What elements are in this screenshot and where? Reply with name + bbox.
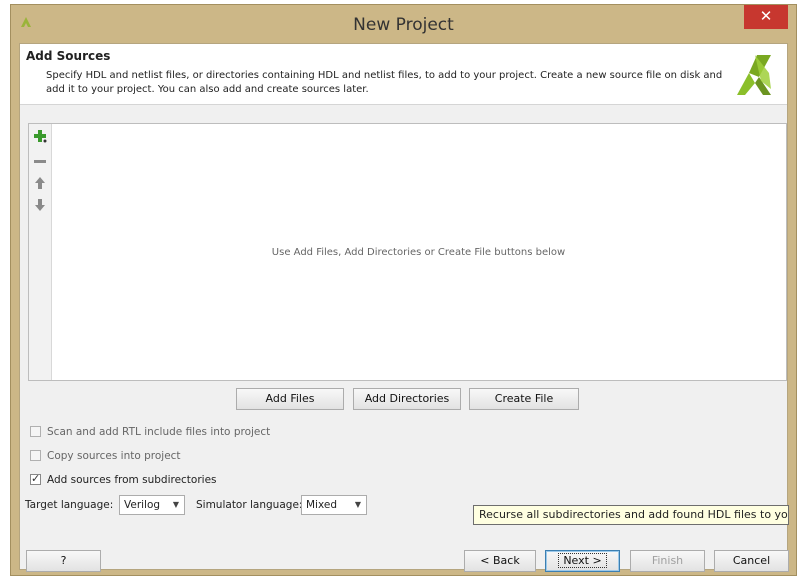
chevron-down-icon: ▼ <box>354 500 361 509</box>
cancel-button[interactable]: Cancel <box>714 550 789 572</box>
sources-list-panel[interactable]: Use Add Files, Add Directories or Create… <box>28 123 787 381</box>
simulator-language-value: Mixed <box>306 499 337 511</box>
simulator-language-label: Simulator language: <box>196 499 303 511</box>
add-subdirs-option[interactable]: Add sources from subdirectories <box>30 472 217 489</box>
back-button[interactable]: < Back <box>464 550 536 572</box>
remove-icon[interactable] <box>33 154 47 168</box>
add-subdirs-checkbox[interactable] <box>30 472 41 486</box>
empty-list-message: Use Add Files, Add Directories or Create… <box>271 247 566 258</box>
tooltip: Recurse all subdirectories and add found… <box>473 505 789 525</box>
finish-button[interactable]: Finish <box>630 550 705 572</box>
next-button-label: Next > <box>558 553 607 568</box>
chevron-down-icon: ▼ <box>172 500 179 509</box>
copy-sources-label: Copy sources into project <box>47 450 181 462</box>
scan-rtl-label: Scan and add RTL include files into proj… <box>47 426 271 438</box>
copy-sources-option[interactable]: Copy sources into project <box>30 449 181 465</box>
new-project-window: New Project ✕ Add Sources Specify HDL an… <box>10 4 797 576</box>
page-header: Add Sources Specify HDL and netlist file… <box>20 44 787 105</box>
close-icon: ✕ <box>759 7 773 25</box>
page-title: Add Sources <box>26 49 111 63</box>
add-subdirs-label: Add sources from subdirectories <box>47 474 217 486</box>
add-icon[interactable] <box>33 129 47 143</box>
scan-rtl-checkbox[interactable] <box>30 425 41 437</box>
target-language-select[interactable]: Verilog ▼ <box>119 495 185 515</box>
move-up-icon[interactable] <box>33 176 47 190</box>
dialog-content: Add Sources Specify HDL and netlist file… <box>19 43 789 572</box>
add-directories-button[interactable]: Add Directories <box>353 388 461 410</box>
scan-rtl-option[interactable]: Scan and add RTL include files into proj… <box>30 425 270 441</box>
vendor-logo-icon <box>737 55 771 95</box>
add-files-button[interactable]: Add Files <box>236 388 344 410</box>
target-language-label: Target language: <box>25 499 114 511</box>
close-button[interactable]: ✕ <box>744 5 788 29</box>
window-title: New Project <box>353 15 454 35</box>
title-bar[interactable]: New Project ✕ <box>11 5 796 43</box>
move-down-icon[interactable] <box>33 198 47 212</box>
copy-sources-checkbox[interactable] <box>30 449 41 461</box>
help-button[interactable]: ? <box>26 550 101 572</box>
create-file-button[interactable]: Create File <box>469 388 579 410</box>
target-language-value: Verilog <box>124 499 161 511</box>
page-description: Specify HDL and netlist files, or direct… <box>46 70 723 95</box>
simulator-language-select[interactable]: Mixed ▼ <box>301 495 367 515</box>
next-button[interactable]: Next > <box>545 550 620 572</box>
